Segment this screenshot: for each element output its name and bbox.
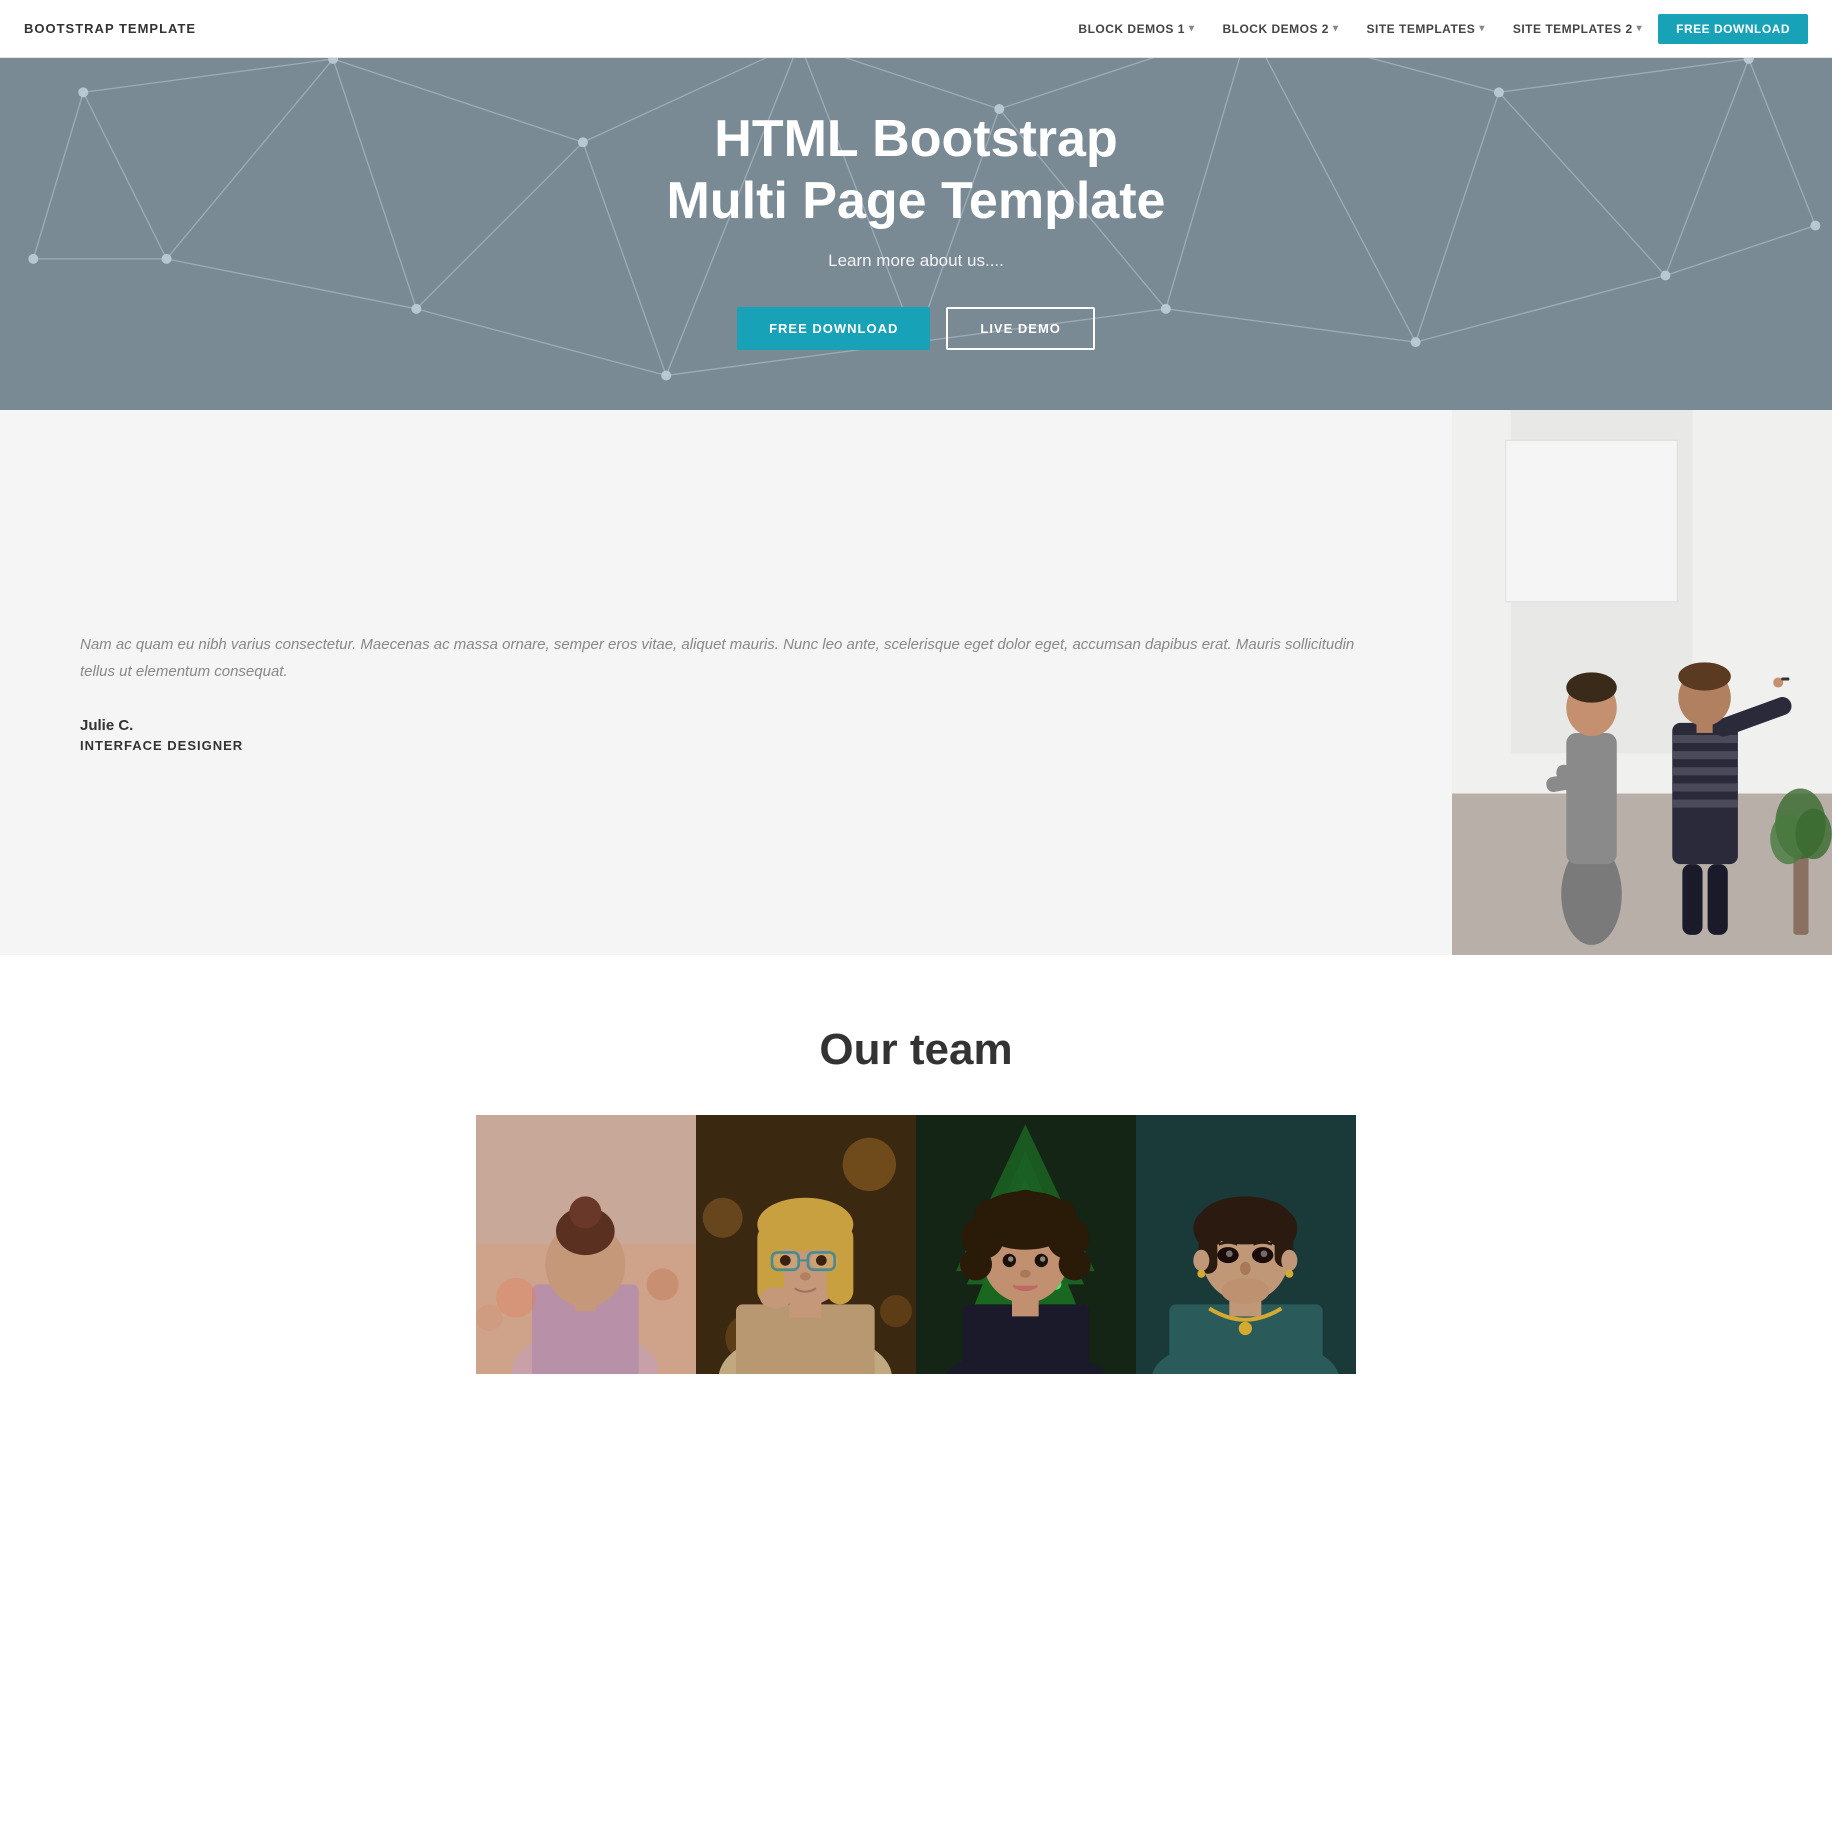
team-member-4 xyxy=(1136,1115,1356,1374)
about-quote: Nam ac quam eu nibh varius consectetur. … xyxy=(80,631,1392,685)
team-member-3 xyxy=(916,1115,1136,1374)
hero-buttons: FREE DOWNLOAD LIVE DEMO xyxy=(667,307,1166,350)
team-section-title: Our team xyxy=(20,1025,1812,1075)
about-person-title: INTERFACE DESIGNER xyxy=(80,738,1392,753)
navbar-nav: BLOCK DEMOS 1 ▾ BLOCK DEMOS 2 ▾ SITE TEM… xyxy=(1066,14,1808,44)
hero-free-download-button[interactable]: FREE DOWNLOAD xyxy=(737,307,930,350)
hero-section: HTML Bootstrap Multi Page Template Learn… xyxy=(0,58,1832,410)
about-person-name: Julie C. xyxy=(80,717,1392,734)
chevron-down-icon: ▾ xyxy=(1189,23,1195,34)
navbar: BOOTSTRAP TEMPLATE BLOCK DEMOS 1 ▾ BLOCK… xyxy=(0,0,1832,58)
hero-live-demo-button[interactable]: LIVE DEMO xyxy=(946,307,1095,350)
hero-title: HTML Bootstrap Multi Page Template xyxy=(667,108,1166,233)
navbar-brand[interactable]: BOOTSTRAP TEMPLATE xyxy=(24,21,196,36)
about-image-svg xyxy=(1452,410,1832,955)
about-left: Nam ac quam eu nibh varius consectetur. … xyxy=(0,410,1452,955)
about-image xyxy=(1452,410,1832,955)
nav-free-download-button[interactable]: FREE DOWNLOAD xyxy=(1658,14,1808,44)
hero-subtitle: Learn more about us.... xyxy=(667,251,1166,271)
chevron-down-icon: ▾ xyxy=(1333,23,1339,34)
nav-block-demos-1[interactable]: BLOCK DEMOS 1 ▾ xyxy=(1066,14,1206,44)
team-grid xyxy=(476,1115,1356,1374)
chevron-down-icon: ▾ xyxy=(1479,23,1485,34)
about-section: Nam ac quam eu nibh varius consectetur. … xyxy=(0,410,1832,955)
chevron-down-icon: ▾ xyxy=(1637,23,1643,34)
team-section: Our team xyxy=(0,955,1832,1414)
nav-block-demos-2[interactable]: BLOCK DEMOS 2 ▾ xyxy=(1210,14,1350,44)
nav-site-templates-2[interactable]: SITE TEMPLATES 2 ▾ xyxy=(1501,14,1654,44)
nav-site-templates[interactable]: SITE TEMPLATES ▾ xyxy=(1355,14,1497,44)
team-member-2 xyxy=(696,1115,916,1374)
hero-content: HTML Bootstrap Multi Page Template Learn… xyxy=(667,108,1166,350)
team-member-1 xyxy=(476,1115,696,1374)
